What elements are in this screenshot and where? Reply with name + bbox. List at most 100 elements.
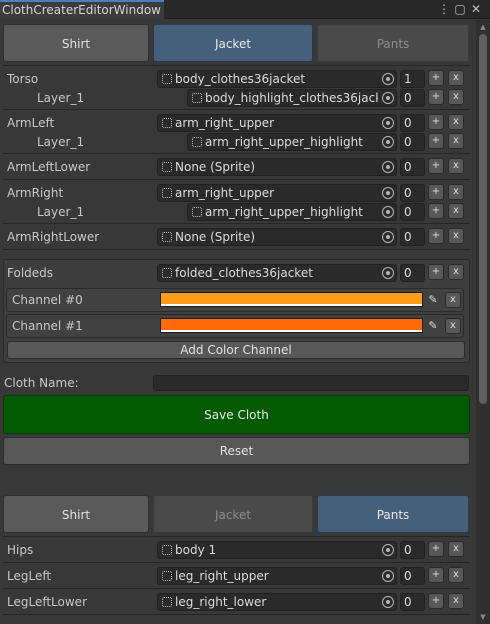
- torso-layer-add-button[interactable]: +: [428, 89, 444, 105]
- armright-remove-button[interactable]: x: [448, 184, 464, 200]
- object-picker-icon[interactable]: [382, 596, 394, 608]
- armrightlower-order-field[interactable]: 0: [400, 228, 425, 246]
- armrightlower-sprite-field[interactable]: None (Sprite): [157, 228, 397, 246]
- armleft-order-field[interactable]: 0: [400, 114, 425, 132]
- channel-1-color-field[interactable]: [160, 318, 423, 333]
- torso-layer-remove-button[interactable]: x: [448, 89, 464, 105]
- armleftlower-sprite-value: None (Sprite): [175, 160, 256, 174]
- legleft-add-button[interactable]: +: [428, 567, 444, 583]
- armleftlower-sprite-field[interactable]: None (Sprite): [157, 158, 397, 176]
- armright-layer-sprite-field[interactable]: arm_right_upper_highlight: [187, 203, 397, 221]
- divider: [3, 179, 470, 180]
- tab-jacket[interactable]: Jacket: [153, 24, 313, 62]
- save-cloth-button[interactable]: Save Cloth: [3, 395, 470, 434]
- armright-add-button[interactable]: +: [428, 184, 444, 200]
- legleftlower-remove-button[interactable]: x: [448, 593, 464, 609]
- torso-remove-button[interactable]: x: [448, 70, 464, 86]
- cloth-name-input[interactable]: [153, 375, 469, 391]
- color-channel-row: Channel #1 ✎ x: [6, 314, 464, 338]
- torso-layer-order-field[interactable]: 0: [400, 89, 425, 107]
- scroll-up-arrow-icon[interactable]: ▲: [478, 23, 488, 31]
- armleftlower-remove-button[interactable]: x: [448, 158, 464, 174]
- object-picker-icon[interactable]: [382, 73, 394, 85]
- armrightlower-add-button[interactable]: +: [428, 228, 444, 244]
- hips-sprite-field[interactable]: body 1: [157, 541, 397, 559]
- sprite-icon: [162, 268, 172, 278]
- eyedropper-icon[interactable]: ✎: [425, 292, 441, 308]
- object-picker-icon[interactable]: [382, 187, 394, 199]
- object-picker-icon[interactable]: [382, 570, 394, 582]
- armleft-layer-order-field[interactable]: 0: [400, 133, 425, 151]
- torso-layer-label: Layer_1: [37, 91, 85, 105]
- legleftlower-add-button[interactable]: +: [428, 593, 444, 609]
- armright-layer-order-field[interactable]: 0: [400, 203, 425, 221]
- legleftlower-label: LegLeftLower: [7, 595, 87, 609]
- armrightlower-label: ArmRightLower: [7, 230, 100, 244]
- eyedropper-icon[interactable]: ✎: [425, 318, 441, 334]
- armleft-layer-sprite-field[interactable]: arm_right_upper_highlight: [187, 133, 397, 151]
- tab-shirt[interactable]: Shirt: [3, 24, 149, 62]
- foldeds-remove-button[interactable]: x: [448, 264, 464, 280]
- torso-layer-sprite-value: body_highlight_clothes36jacket: [205, 91, 378, 105]
- sprite-icon: [192, 207, 202, 217]
- tab-jacket-bottom[interactable]: Jacket: [153, 495, 313, 533]
- tab-pants[interactable]: Pants: [317, 24, 469, 62]
- object-picker-icon[interactable]: [382, 231, 394, 243]
- add-color-channel-button[interactable]: Add Color Channel: [7, 341, 465, 359]
- armleftlower-add-button[interactable]: +: [428, 158, 444, 174]
- armright-sprite-field[interactable]: arm_right_upper: [157, 184, 397, 202]
- legleftlower-order-field[interactable]: 0: [400, 593, 425, 611]
- close-icon[interactable]: ✕: [469, 1, 483, 17]
- torso-layer-sprite-field[interactable]: body_highlight_clothes36jacket: [187, 89, 397, 107]
- window-tab[interactable]: ClothCreaterEditorWindow: [0, 0, 164, 19]
- armleft-layer-add-button[interactable]: +: [428, 133, 444, 149]
- foldeds-add-button[interactable]: +: [428, 264, 444, 280]
- color-channel-row: Channel #0 ✎ x: [6, 288, 464, 312]
- channel-1-remove-button[interactable]: x: [445, 318, 461, 334]
- object-picker-icon[interactable]: [382, 117, 394, 129]
- object-picker-icon[interactable]: [382, 206, 394, 218]
- armleft-add-button[interactable]: +: [428, 114, 444, 130]
- hips-order-field[interactable]: 0: [400, 541, 425, 559]
- foldeds-sprite-field[interactable]: folded_clothes36jacket: [157, 264, 397, 282]
- object-picker-icon[interactable]: [382, 267, 394, 279]
- legleft-order-field[interactable]: 0: [400, 567, 425, 585]
- tab-shirt-bottom[interactable]: Shirt: [3, 495, 149, 533]
- armright-layer-sprite-value: arm_right_upper_highlight: [205, 205, 363, 219]
- torso-label: Torso: [7, 72, 39, 86]
- channel-1-label: Channel #1: [12, 319, 83, 333]
- foldeds-order-field[interactable]: 0: [400, 264, 425, 282]
- torso-order-field[interactable]: 1: [400, 70, 425, 88]
- legleft-remove-button[interactable]: x: [448, 567, 464, 583]
- divider: [3, 536, 470, 537]
- armright-order-field[interactable]: 0: [400, 184, 425, 202]
- channel-0-color-field[interactable]: [160, 292, 423, 307]
- channel-0-remove-button[interactable]: x: [445, 292, 461, 308]
- armrightlower-remove-button[interactable]: x: [448, 228, 464, 244]
- scrollbar-thumb[interactable]: [479, 34, 487, 404]
- armright-layer-add-button[interactable]: +: [428, 203, 444, 219]
- kebab-menu-icon[interactable]: ⋮: [437, 1, 451, 17]
- armleft-layer-remove-button[interactable]: x: [448, 133, 464, 149]
- object-picker-icon[interactable]: [382, 544, 394, 556]
- object-picker-icon[interactable]: [382, 136, 394, 148]
- maximize-icon[interactable]: ▢: [453, 1, 467, 17]
- object-picker-icon[interactable]: [382, 161, 394, 173]
- reset-button[interactable]: Reset: [3, 437, 470, 465]
- window-tab-bar: ClothCreaterEditorWindow ⋮ ▢ ✕: [0, 0, 490, 19]
- torso-add-button[interactable]: +: [428, 70, 444, 86]
- object-picker-icon[interactable]: [382, 92, 394, 104]
- vertical-scrollbar[interactable]: ▲ ▼: [476, 20, 490, 624]
- torso-sprite-field[interactable]: body_clothes36jacket: [157, 70, 397, 88]
- legleft-label: LegLeft: [7, 569, 52, 583]
- armleft-remove-button[interactable]: x: [448, 114, 464, 130]
- armright-layer-remove-button[interactable]: x: [448, 203, 464, 219]
- tab-pants-bottom[interactable]: Pants: [317, 495, 469, 533]
- armleft-sprite-field[interactable]: arm_right_upper: [157, 114, 397, 132]
- legleft-sprite-field[interactable]: leg_right_upper: [157, 567, 397, 585]
- hips-remove-button[interactable]: x: [448, 541, 464, 557]
- scroll-down-arrow-icon[interactable]: ▼: [478, 613, 488, 621]
- legleftlower-sprite-field[interactable]: leg_right_lower: [157, 593, 397, 611]
- hips-add-button[interactable]: +: [428, 541, 444, 557]
- armleftlower-order-field[interactable]: 0: [400, 158, 425, 176]
